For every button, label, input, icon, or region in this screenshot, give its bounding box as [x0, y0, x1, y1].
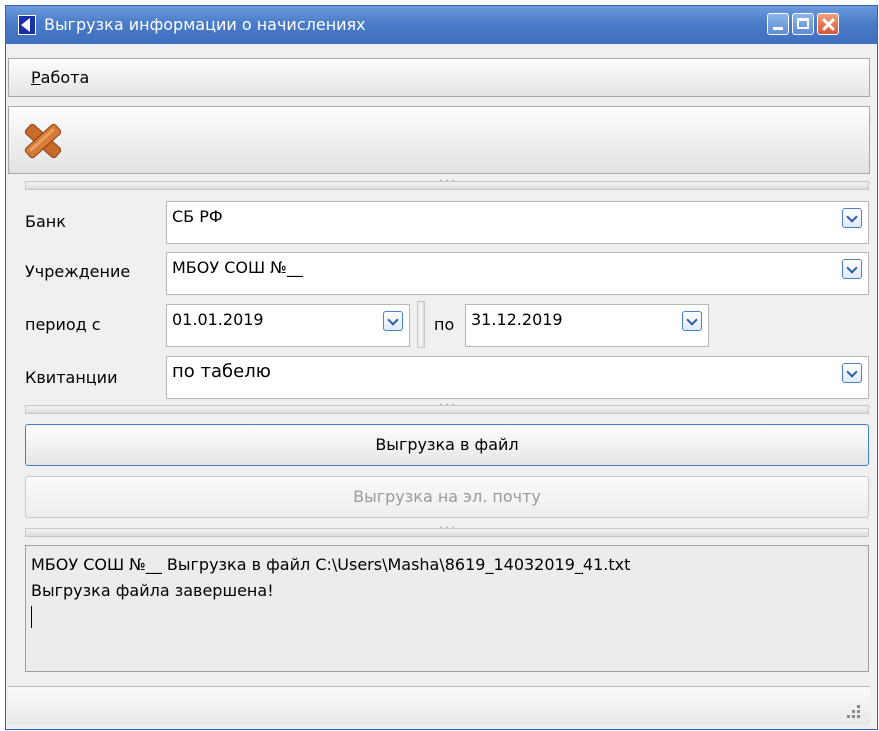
export-file-button[interactable]: Выгрузка в файл: [25, 424, 869, 466]
receipts-select[interactable]: по табелю: [166, 356, 869, 399]
menu-bar: Работа: [8, 58, 870, 97]
institution-select-value: МБОУ СОШ №__: [172, 258, 303, 277]
log-line: Выгрузка файла завершена!: [31, 581, 274, 600]
toolbar: [8, 106, 870, 174]
app-icon: [18, 15, 36, 35]
bank-select[interactable]: СБ РФ: [166, 201, 869, 244]
close-x-icon[interactable]: [22, 119, 64, 163]
log-line: МБОУ СОШ №__ Выгрузка в файл C:\Users\Ma…: [31, 555, 631, 574]
receipts-label: Квитанции: [25, 368, 118, 387]
chevron-down-icon[interactable]: [842, 363, 862, 383]
period-from-date[interactable]: 01.01.2019: [166, 304, 410, 347]
chevron-down-icon[interactable]: [842, 208, 862, 228]
splitter-middle[interactable]: [25, 400, 869, 414]
chevron-down-icon[interactable]: [383, 311, 403, 331]
title-bar[interactable]: Выгрузка информации о начислениях: [6, 6, 877, 44]
chevron-down-icon[interactable]: [682, 311, 702, 331]
window-title: Выгрузка информации о начислениях: [44, 15, 366, 34]
menu-item-work[interactable]: Работа: [31, 68, 89, 87]
splitter-bottom[interactable]: [25, 523, 869, 537]
maximize-button[interactable]: [792, 13, 814, 35]
institution-select[interactable]: МБОУ СОШ №__: [166, 252, 869, 295]
close-window-button[interactable]: [817, 13, 839, 35]
bank-select-value: СБ РФ: [172, 207, 223, 226]
minimize-button[interactable]: [767, 13, 789, 35]
splitter-top[interactable]: [25, 176, 869, 190]
resize-grip-icon[interactable]: [846, 705, 860, 719]
receipts-select-value: по табелю: [172, 361, 271, 382]
status-bar: [8, 686, 870, 725]
menu-item-work-mnemonic: Р: [31, 68, 41, 87]
date-splitter[interactable]: [417, 301, 425, 348]
text-cursor: [31, 606, 32, 628]
period-to-value: 31.12.2019: [471, 310, 563, 329]
menu-item-work-label: абота: [40, 68, 90, 87]
bank-label: Банк: [25, 212, 66, 231]
period-from-value: 01.01.2019: [172, 310, 264, 329]
period-to-date[interactable]: 31.12.2019: [465, 304, 709, 347]
export-email-button: Выгрузка на эл. почту: [25, 476, 869, 518]
chevron-down-icon[interactable]: [842, 259, 862, 279]
period-to-label: по: [434, 315, 455, 334]
institution-label: Учреждение: [25, 262, 131, 281]
period-from-label: период с: [25, 315, 101, 334]
log-textarea[interactable]: МБОУ СОШ №__ Выгрузка в файл C:\Users\Ma…: [25, 545, 869, 672]
